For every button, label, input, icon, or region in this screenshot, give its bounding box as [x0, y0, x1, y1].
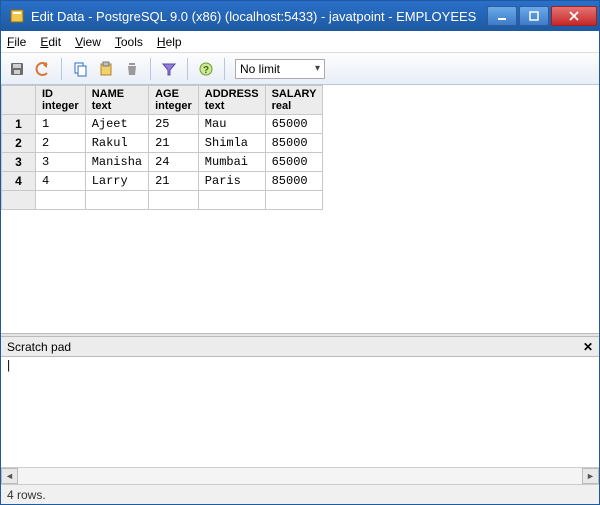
cell[interactable]: Ajeet [85, 115, 148, 134]
delete-icon[interactable] [120, 57, 144, 81]
cell[interactable]: 85000 [265, 134, 323, 153]
toolbar-separator [61, 58, 62, 80]
menu-view[interactable]: View [75, 35, 101, 49]
limit-select[interactable]: No limit [235, 59, 325, 79]
scratch-close-icon[interactable]: ✕ [583, 340, 593, 354]
app-icon [9, 8, 25, 24]
cell[interactable]: 85000 [265, 172, 323, 191]
scroll-left-icon[interactable]: ◄ [1, 468, 18, 484]
table-row[interactable]: 11Ajeet25Mau65000 [2, 115, 323, 134]
svg-text:?: ? [203, 65, 209, 76]
toolbar-separator [224, 58, 225, 80]
cell[interactable]: 21 [149, 134, 199, 153]
scratch-pad-title: Scratch pad [7, 340, 71, 354]
minimize-button[interactable] [487, 6, 517, 26]
cell[interactable]: 65000 [265, 115, 323, 134]
scroll-track[interactable] [18, 468, 582, 484]
column-header[interactable]: IDinteger [36, 86, 86, 115]
filter-icon[interactable] [157, 57, 181, 81]
cell[interactable]: Shimla [198, 134, 265, 153]
cell[interactable]: Mau [198, 115, 265, 134]
column-header[interactable]: AGEinteger [149, 86, 199, 115]
app-window: Edit Data - PostgreSQL 9.0 (x86) (localh… [0, 0, 600, 505]
cell[interactable]: Manisha [85, 153, 148, 172]
cell[interactable]: Larry [85, 172, 148, 191]
row-header[interactable]: 1 [2, 115, 36, 134]
row-header[interactable]: 2 [2, 134, 36, 153]
row-header[interactable]: 4 [2, 172, 36, 191]
cell[interactable]: Rakul [85, 134, 148, 153]
cell[interactable]: 1 [36, 115, 86, 134]
cell[interactable]: 21 [149, 172, 199, 191]
menu-file[interactable]: File [7, 35, 26, 49]
scratch-pad-header: Scratch pad ✕ [1, 337, 599, 357]
toolbar-separator [187, 58, 188, 80]
row-header[interactable]: 3 [2, 153, 36, 172]
table-row[interactable]: 44Larry21Paris85000 [2, 172, 323, 191]
column-header[interactable]: SALARYreal [265, 86, 323, 115]
horizontal-scrollbar[interactable]: ◄ ► [1, 467, 599, 484]
maximize-button[interactable] [519, 6, 549, 26]
menu-tools[interactable]: Tools [115, 35, 143, 49]
menubar: File Edit View Tools Help [1, 31, 599, 53]
cell[interactable]: 4 [36, 172, 86, 191]
statusbar: 4 rows. [1, 484, 599, 504]
data-grid[interactable]: IDintegerNAMEtextAGEintegerADDRESStextSA… [1, 85, 599, 333]
scroll-right-icon[interactable]: ► [582, 468, 599, 484]
cell[interactable]: 2 [36, 134, 86, 153]
titlebar[interactable]: Edit Data - PostgreSQL 9.0 (x86) (localh… [1, 1, 599, 31]
close-button[interactable] [551, 6, 597, 26]
window-title: Edit Data - PostgreSQL 9.0 (x86) (localh… [31, 9, 485, 24]
cell[interactable]: Paris [198, 172, 265, 191]
column-header[interactable]: NAMEtext [85, 86, 148, 115]
table-row[interactable]: 33Manisha24Mumbai65000 [2, 153, 323, 172]
scratch-pad[interactable]: | [1, 357, 599, 467]
column-header[interactable]: ADDRESStext [198, 86, 265, 115]
menu-edit[interactable]: Edit [40, 35, 61, 49]
status-row-count: 4 rows. [7, 488, 46, 502]
help-icon[interactable]: ? [194, 57, 218, 81]
toolbar-separator [150, 58, 151, 80]
save-icon[interactable] [5, 57, 29, 81]
new-row[interactable] [2, 191, 323, 210]
toolbar: ? No limit [1, 53, 599, 85]
cell[interactable]: 65000 [265, 153, 323, 172]
cell[interactable]: 3 [36, 153, 86, 172]
table-row[interactable]: 22Rakul21Shimla85000 [2, 134, 323, 153]
copy-icon[interactable] [68, 57, 92, 81]
cell[interactable]: Mumbai [198, 153, 265, 172]
grid-corner[interactable] [2, 86, 36, 115]
cell[interactable]: 24 [149, 153, 199, 172]
paste-icon[interactable] [94, 57, 118, 81]
undo-icon[interactable] [31, 57, 55, 81]
menu-help[interactable]: Help [157, 35, 182, 49]
limit-value: No limit [240, 62, 280, 76]
cell[interactable]: 25 [149, 115, 199, 134]
